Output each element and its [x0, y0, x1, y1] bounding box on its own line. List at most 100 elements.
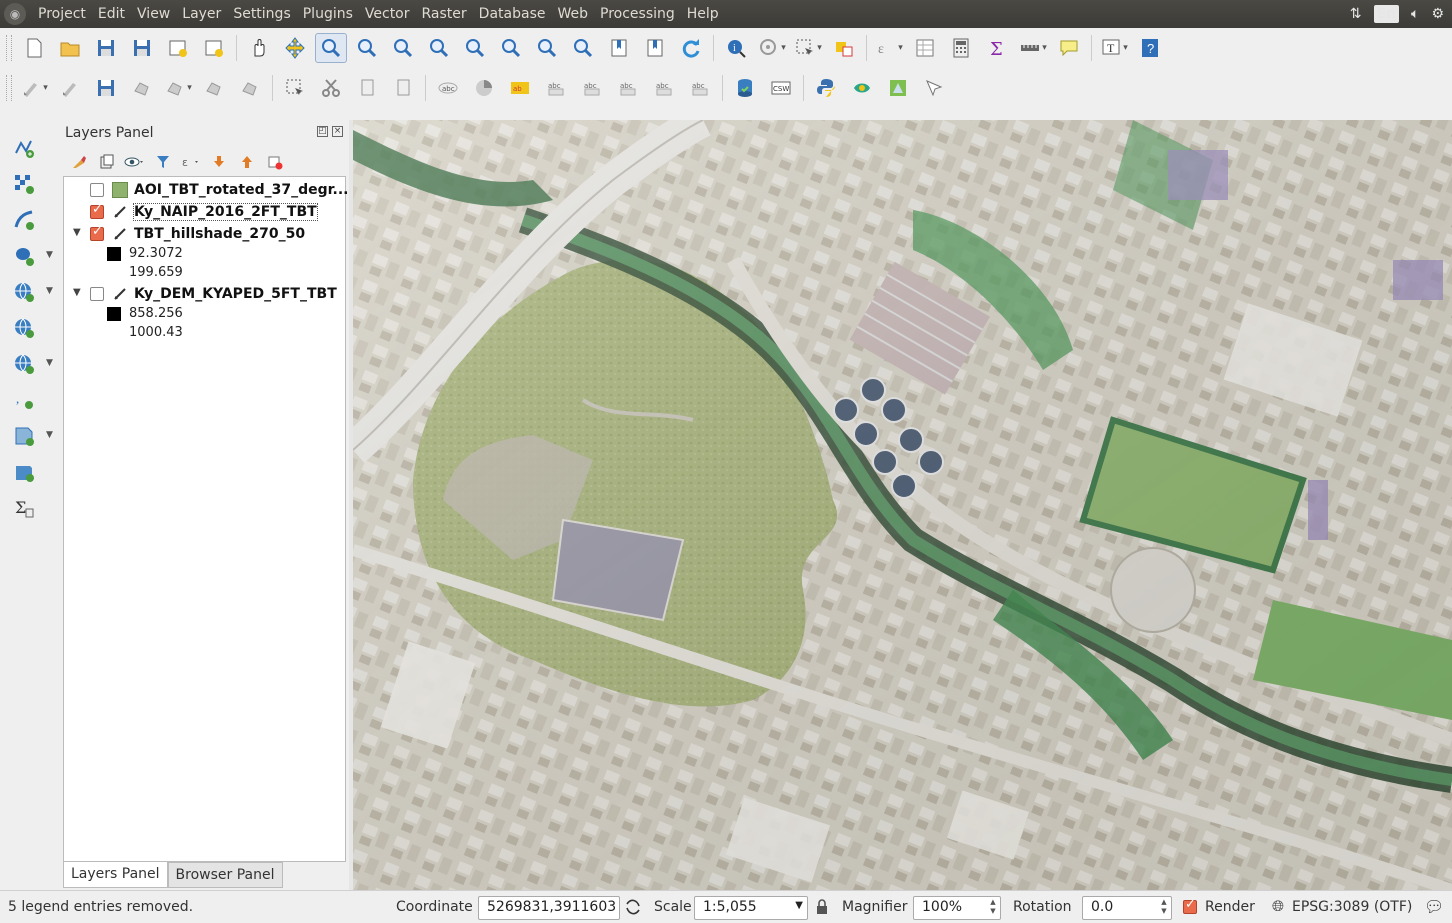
- scale-combobox[interactable]: 1:5,055 ▼: [694, 896, 808, 920]
- menu-edit[interactable]: Edit: [92, 0, 131, 28]
- layer-diagram-button[interactable]: [468, 73, 500, 103]
- db-manager-button[interactable]: [729, 73, 761, 103]
- layer-visibility-checkbox[interactable]: [90, 183, 104, 197]
- map-canvas[interactable]: [353, 120, 1452, 890]
- vertex-tool-button[interactable]: [162, 73, 194, 103]
- expand-all-icon[interactable]: [208, 152, 230, 172]
- show-hide-labels-button[interactable]: abc: [576, 73, 608, 103]
- rotation-spinbox[interactable]: 0.0 ▲ ▼: [1082, 896, 1172, 920]
- layer-visibility-checkbox[interactable]: [90, 202, 104, 219]
- menu-raster[interactable]: Raster: [416, 0, 473, 28]
- filter-by-expression-icon[interactable]: ε: [180, 152, 202, 172]
- zoom-last-button[interactable]: [531, 33, 563, 63]
- zoom-next-button[interactable]: [567, 33, 599, 63]
- spin-arrows-icon[interactable]: ▲ ▼: [987, 898, 999, 918]
- dropdown-arrow-icon[interactable]: ▼: [46, 430, 53, 440]
- cut-features-button[interactable]: [315, 73, 347, 103]
- toggle-extents-icon[interactable]: [625, 898, 641, 920]
- save-as-button[interactable]: [126, 33, 158, 63]
- lock-icon[interactable]: [815, 898, 829, 920]
- coordinate-capture-button[interactable]: [918, 73, 950, 103]
- add-vector-layer-button[interactable]: [8, 134, 40, 162]
- spin-arrows-icon[interactable]: ▲ ▼: [1158, 898, 1170, 918]
- new-bookmark-button[interactable]: [603, 33, 635, 63]
- add-raster-layer-button[interactable]: [8, 170, 40, 198]
- map-tips-button[interactable]: [1053, 33, 1085, 63]
- add-wms-layer-button[interactable]: [8, 278, 40, 306]
- network-sort-icon[interactable]: ⇅: [1350, 6, 1362, 22]
- add-virtual-layer-button[interactable]: [8, 458, 40, 486]
- layer-row-naip[interactable]: Ky_NAIP_2016_2FT_TBT: [90, 201, 318, 223]
- menu-processing[interactable]: Processing: [594, 0, 681, 28]
- label-button[interactable]: abc: [432, 73, 464, 103]
- globe-crs-icon[interactable]: 🌐︎: [1272, 897, 1284, 915]
- filter-legend-icon[interactable]: [152, 152, 174, 172]
- tab-browser-panel[interactable]: Browser Panel: [167, 862, 283, 888]
- text-annotation-button[interactable]: T: [1098, 33, 1130, 63]
- layer-visibility-checkbox[interactable]: [90, 287, 104, 301]
- open-attribute-table-button[interactable]: [909, 33, 941, 63]
- zoom-in-button[interactable]: [315, 33, 347, 63]
- identify-button[interactable]: i: [720, 33, 752, 63]
- node-tool-button[interactable]: [234, 73, 266, 103]
- zoom-out-button[interactable]: [351, 33, 383, 63]
- zoom-full-button[interactable]: [423, 33, 455, 63]
- style-manager-icon[interactable]: [68, 152, 90, 172]
- coordinate-field[interactable]: 5269831,3911603: [478, 896, 620, 920]
- new-project-button[interactable]: [18, 33, 50, 63]
- pan-button[interactable]: [243, 33, 275, 63]
- select-by-expression-button[interactable]: ε: [873, 33, 905, 63]
- dropdown-arrow-icon[interactable]: ▼: [46, 286, 53, 296]
- menu-database[interactable]: Database: [473, 0, 552, 28]
- toolbar-handle[interactable]: [6, 35, 12, 61]
- dropdown-arrow-icon[interactable]: ▼: [46, 358, 53, 368]
- manage-visibility-icon[interactable]: [124, 152, 146, 172]
- select-button[interactable]: [792, 33, 824, 63]
- menu-plugins[interactable]: Plugins: [297, 0, 359, 28]
- dropdown-arrow-icon[interactable]: ▼: [46, 250, 53, 260]
- move-feature-button[interactable]: [198, 73, 230, 103]
- crs-button[interactable]: EPSG:3089 (OTF): [1292, 899, 1412, 915]
- deselect-button[interactable]: [828, 33, 860, 63]
- help-button[interactable]: ?: [1134, 33, 1166, 63]
- float-panel-icon[interactable]: ◰: [317, 126, 328, 137]
- paste-features-button[interactable]: [387, 73, 419, 103]
- new-print-layout-button[interactable]: [162, 33, 194, 63]
- zoom-to-selection-button[interactable]: [459, 33, 491, 63]
- collapse-all-icon[interactable]: [236, 152, 258, 172]
- expand-arrow-icon[interactable]: ▼: [73, 227, 83, 238]
- open-project-button[interactable]: [54, 33, 86, 63]
- pin-labels-button[interactable]: abc: [540, 73, 572, 103]
- magnifier-spinbox[interactable]: 100% ▲ ▼: [913, 896, 1001, 920]
- layer-row-aoi[interactable]: AOI_TBT_rotated_37_degr...: [90, 179, 348, 201]
- rotate-label-button[interactable]: abc: [648, 73, 680, 103]
- menu-web[interactable]: Web: [551, 0, 594, 28]
- window-close-icon[interactable]: ◉: [4, 3, 26, 25]
- toolbar-handle[interactable]: [6, 75, 12, 101]
- pan-to-selection-button[interactable]: [279, 33, 311, 63]
- menu-settings[interactable]: Settings: [227, 0, 296, 28]
- menu-help[interactable]: Help: [681, 0, 725, 28]
- add-group-icon[interactable]: [96, 152, 118, 172]
- csw-button[interactable]: CSW: [765, 73, 797, 103]
- change-label-button[interactable]: abc: [684, 73, 716, 103]
- menu-vector[interactable]: Vector: [359, 0, 416, 28]
- save-project-button[interactable]: [90, 33, 122, 63]
- expand-arrow-icon[interactable]: ▼: [73, 287, 83, 298]
- add-wfs-layer-button[interactable]: [8, 350, 40, 378]
- layer-visibility-checkbox[interactable]: [90, 224, 104, 241]
- menu-layer[interactable]: Layer: [176, 0, 227, 28]
- close-panel-icon[interactable]: ×: [332, 126, 343, 137]
- add-delimited-text-button[interactable]: ,: [8, 386, 40, 414]
- run-action-button[interactable]: [756, 33, 788, 63]
- volume-icon[interactable]: 🔈︎: [1411, 6, 1419, 22]
- render-checkbox[interactable]: [1183, 897, 1197, 914]
- new-shapefile-button[interactable]: [8, 422, 40, 450]
- layer-row-hillshade[interactable]: TBT_hillshade_270_50: [90, 223, 305, 245]
- move-label-button[interactable]: abc: [612, 73, 644, 103]
- layer-row-dem[interactable]: Ky_DEM_KYAPED_5FT_TBT: [90, 283, 337, 305]
- statistics-summary-button[interactable]: Σ: [8, 494, 40, 522]
- show-bookmarks-button[interactable]: [639, 33, 671, 63]
- refresh-button[interactable]: [675, 33, 707, 63]
- layout-manager-button[interactable]: [198, 33, 230, 63]
